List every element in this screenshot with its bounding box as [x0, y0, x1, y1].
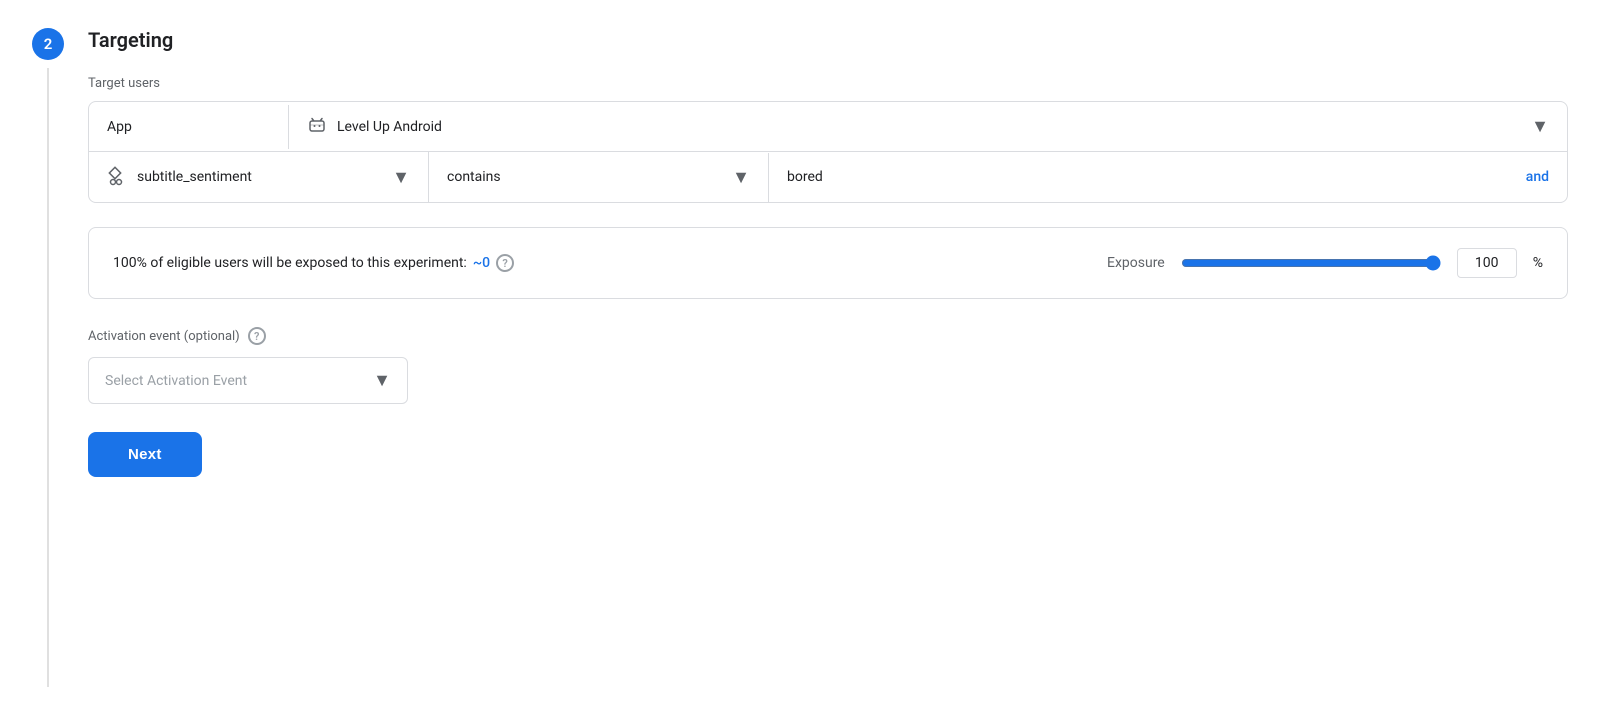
filter-property-dropdown-arrow-icon: ▼ — [392, 167, 410, 188]
exposure-label: Exposure — [1107, 255, 1165, 271]
activation-help-icon[interactable]: ? — [248, 327, 266, 345]
step-indicator: 2 — [32, 24, 64, 687]
app-label-text: App — [107, 119, 132, 135]
app-select-left: Level Up Android — [307, 117, 1531, 137]
target-users-box: App Level Up Andro — [88, 101, 1568, 203]
content-area: Targeting Target users App — [88, 24, 1568, 687]
app-name-text: Level Up Android — [337, 119, 442, 135]
filter-operator-text: contains — [447, 169, 501, 185]
activation-dropdown-arrow-icon: ▼ — [373, 370, 391, 391]
filter-type-cell[interactable]: subtitle_sentiment ▼ — [89, 152, 429, 202]
filter-property-text: subtitle_sentiment — [137, 169, 252, 185]
next-button[interactable]: Next — [88, 432, 202, 477]
step-circle: 2 — [32, 28, 64, 60]
activation-placeholder: Select Activation Event — [105, 373, 247, 389]
activation-label-text: Activation event (optional) — [88, 329, 240, 344]
step-line — [47, 68, 49, 687]
activation-section: Activation event (optional) ? Select Act… — [88, 327, 1568, 404]
android-icon — [307, 117, 327, 137]
filter-operator-dropdown-arrow-icon: ▼ — [732, 167, 750, 188]
exposure-help-icon[interactable]: ? — [496, 254, 514, 272]
exposure-controls: Exposure 100 % — [1107, 248, 1543, 278]
exposure-value-box: 100 — [1457, 248, 1517, 278]
filter-value-text: bored — [787, 169, 823, 185]
app-label-cell: App — [89, 105, 289, 149]
exposure-slider[interactable] — [1181, 255, 1441, 271]
exposure-user-count[interactable]: ~0 — [473, 255, 490, 271]
activation-event-select[interactable]: Select Activation Event ▼ — [88, 357, 408, 404]
exposure-value: 100 — [1475, 255, 1499, 271]
filter-operator-cell[interactable]: contains ▼ — [429, 153, 769, 202]
exposure-box: 100% of eligible users will be exposed t… — [88, 227, 1568, 299]
app-select-cell[interactable]: Level Up Android ▼ — [289, 102, 1567, 151]
activation-label-row: Activation event (optional) ? — [88, 327, 1568, 345]
exposure-text: 100% of eligible users will be exposed t… — [113, 254, 1083, 272]
app-dropdown-arrow-icon: ▼ — [1531, 116, 1549, 137]
filter-value-cell: bored and — [769, 155, 1567, 199]
page-container: 2 Targeting Target users App — [0, 0, 1600, 711]
audience-icon — [107, 166, 127, 188]
filter-row: subtitle_sentiment ▼ contains ▼ bored an… — [89, 152, 1567, 202]
exposure-prefix: 100% of eligible users will be exposed t… — [113, 255, 467, 271]
page-title: Targeting — [88, 24, 1568, 52]
and-conjunction-button[interactable]: and — [1526, 169, 1549, 185]
target-users-label: Target users — [88, 76, 1568, 91]
percent-label: % — [1533, 255, 1543, 271]
filter-type-left: subtitle_sentiment — [107, 166, 382, 188]
app-row: App Level Up Andro — [89, 102, 1567, 152]
